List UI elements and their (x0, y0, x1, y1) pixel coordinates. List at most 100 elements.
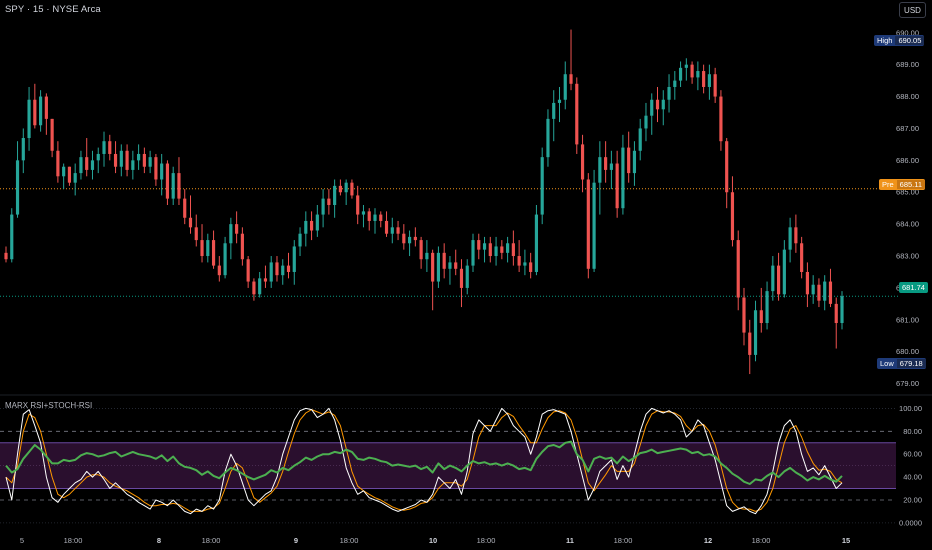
candle-body (246, 259, 250, 282)
candle-body (517, 256, 521, 266)
candle-body (258, 278, 262, 295)
candle-body (713, 74, 717, 97)
candle-body (667, 86, 671, 100)
candle-body (252, 281, 256, 295)
candle-body (4, 252, 8, 260)
high-badge-label: High (877, 36, 893, 45)
candle-body (575, 83, 579, 145)
low-badge-label: Low (880, 359, 894, 368)
candle-body (125, 150, 129, 170)
candle-body (229, 224, 233, 244)
candle-body (546, 118, 550, 158)
time-tick-label: 12 (704, 536, 712, 545)
candle-body (684, 64, 688, 68)
candle-body (413, 236, 417, 241)
low-badge-value: 679.18 (896, 359, 926, 368)
candle-body (85, 157, 89, 170)
candle-body (730, 192, 735, 241)
candle-body (160, 163, 164, 180)
candle-body (823, 281, 827, 301)
candle-body (569, 74, 573, 84)
candle-body (794, 227, 798, 244)
candle-body (604, 157, 608, 170)
candle-body (39, 96, 43, 126)
candle-body (736, 240, 740, 298)
indicator-tick-label: 100.00 (899, 404, 922, 413)
price-tick-label: 680.00 (896, 347, 919, 356)
candle-body (333, 185, 337, 205)
candle-body (113, 153, 118, 167)
candle-body (73, 173, 77, 183)
candle-body (131, 160, 135, 170)
candle-body (644, 115, 648, 129)
candle-body (15, 160, 20, 215)
candle-body (753, 310, 758, 355)
candle-body (673, 80, 677, 87)
candle-body (165, 163, 170, 199)
candle-body (396, 227, 400, 234)
candle-body (50, 118, 54, 151)
candle-body (315, 214, 319, 231)
candle-body (817, 284, 821, 301)
price-chart[interactable]: 679.00680.00681.00682.00683.00684.00685.… (0, 0, 932, 550)
candle-body (367, 211, 371, 221)
candle-body (102, 141, 106, 154)
candle-body (119, 150, 123, 167)
candle-body (304, 220, 308, 234)
candle-body (615, 163, 619, 209)
time-tick-label: 10 (429, 536, 437, 545)
candle-body (33, 99, 37, 126)
candle-body (402, 233, 406, 244)
price-tick-label: 684.00 (896, 220, 919, 229)
candle-body (327, 198, 331, 205)
candle-body (309, 220, 314, 231)
candle-body (471, 240, 475, 266)
candle-body (154, 157, 158, 180)
candle-body (263, 278, 268, 282)
indicator-tick-label: 80.00 (903, 427, 922, 436)
price-tick-label: 689.00 (896, 60, 919, 69)
candle-body (627, 147, 631, 174)
candle-body (477, 240, 481, 250)
candle-body (356, 195, 360, 215)
candle-body (494, 246, 498, 257)
candle-body (137, 153, 141, 161)
time-tick-label: 18:00 (752, 536, 771, 545)
candle-body (211, 240, 216, 266)
candle-body (557, 99, 562, 103)
candle-body (361, 211, 366, 215)
candle-body (828, 281, 833, 304)
candle-body (598, 157, 602, 183)
price-tick-label: 683.00 (896, 252, 919, 261)
currency-button[interactable]: USD (899, 2, 926, 18)
candle-body (194, 227, 198, 241)
candle-body (96, 153, 100, 161)
time-tick-label: 11 (566, 536, 574, 545)
candle-body (67, 166, 72, 183)
candle-body (834, 303, 838, 324)
candle-body (488, 243, 492, 257)
candle-body (350, 182, 354, 196)
candle-body (748, 332, 752, 355)
candle-body (298, 233, 302, 247)
candle-body (782, 249, 786, 295)
candle-body (552, 102, 556, 119)
candle-body (419, 240, 423, 260)
candle-body (621, 147, 625, 209)
candle-body (206, 240, 210, 257)
candle-body (650, 99, 654, 116)
candle-body (292, 246, 296, 272)
candle-body (655, 99, 660, 110)
candle-body (436, 252, 440, 282)
candle-body (425, 252, 429, 260)
time-tick-label: 18:00 (614, 536, 633, 545)
candle-body (442, 252, 446, 269)
candle-body (200, 240, 204, 257)
candle-body (223, 243, 227, 276)
candle-body (771, 265, 775, 292)
low-badge: Low 679.18 (877, 358, 926, 369)
candle-body (690, 64, 694, 78)
candle-body (563, 74, 567, 100)
candle-body (183, 198, 187, 218)
candle-body (286, 265, 291, 272)
